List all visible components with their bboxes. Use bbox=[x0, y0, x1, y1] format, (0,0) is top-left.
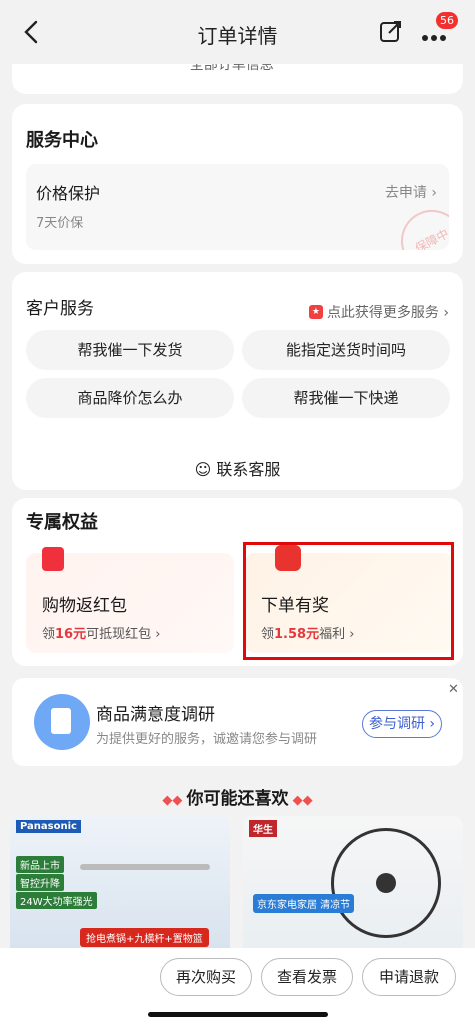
join-survey-button[interactable]: 参与调研 › bbox=[362, 710, 442, 738]
quick-question-button[interactable]: 帮我催一下快递 bbox=[242, 378, 450, 418]
highlight-box bbox=[243, 542, 454, 660]
service-center-title: 服务中心 bbox=[26, 130, 98, 151]
quick-question-button[interactable]: 商品降价怎么办 bbox=[26, 378, 234, 418]
document-icon bbox=[34, 694, 90, 750]
product-tag: 智控升降 bbox=[16, 874, 64, 891]
cashback-benefit[interactable]: 购物返红包 领16元可抵现红包 › bbox=[26, 547, 234, 653]
product-tag: 24W大功率强光 bbox=[16, 892, 97, 909]
buy-again-button[interactable]: 再次购买 bbox=[160, 958, 252, 996]
request-refund-button[interactable]: 申请退款 bbox=[362, 958, 456, 996]
promo-banner: 抢电煮锅+九横杆+置物篮 bbox=[80, 928, 209, 947]
flag-icon: ★ bbox=[308, 305, 323, 319]
brand-logo: 华生 bbox=[249, 820, 277, 837]
recommend-title: ◆◆ 你可能还喜欢 ◆◆ bbox=[162, 789, 313, 809]
customer-service-title: 客户服务 bbox=[26, 299, 94, 319]
product-card[interactable]: 华生 京东家电家居 清凉节 bbox=[243, 816, 463, 956]
survey-title: 商品满意度调研 bbox=[96, 705, 215, 725]
protection-stamp: 保障中 bbox=[390, 199, 449, 250]
contact-service-button[interactable]: ☺ 联系客服 bbox=[12, 456, 463, 480]
quick-question-button[interactable]: 能指定送货时间吗 bbox=[242, 330, 450, 370]
message-count-badge: 56 bbox=[436, 12, 458, 29]
price-protection-item[interactable]: 价格保护 7天价保 去申请 › 保障中 bbox=[26, 164, 449, 250]
benefit-name: 购物返红包 bbox=[42, 596, 127, 616]
more-services-link[interactable]: ★ 点此获得更多服务 › bbox=[308, 302, 449, 322]
product-image bbox=[80, 864, 210, 870]
survey-banner[interactable]: 商品满意度调研 为提供更好的服务，诚邀请您参与调研 参与调研 › ✕ bbox=[12, 678, 463, 766]
store-badge: 京东家电家居 清凉节 bbox=[253, 894, 355, 913]
price-protection-title: 价格保护 bbox=[36, 184, 101, 203]
product-card[interactable]: Panasonic 新品上市 智控升降 24W大功率强光 抢电煮锅+九横杆+置物… bbox=[10, 816, 230, 956]
more-services-text: 点此获得更多服务 › bbox=[326, 305, 449, 321]
fan-product-image bbox=[331, 828, 441, 938]
view-invoice-button[interactable]: 查看发票 bbox=[261, 958, 353, 996]
service-center-card: 服务中心 价格保护 7天价保 去申请 › 保障中 bbox=[12, 104, 463, 264]
top-nav-bar: 订单详情 56 bbox=[0, 0, 475, 64]
decor-icon: ◆◆ bbox=[288, 793, 313, 808]
survey-subtitle: 为提供更好的服务，诚邀请您参与调研 bbox=[96, 732, 318, 747]
share-icon[interactable] bbox=[378, 18, 404, 44]
home-indicator bbox=[148, 1012, 328, 1017]
price-protection-subtitle: 7天价保 bbox=[36, 216, 84, 231]
red-envelope-icon bbox=[42, 547, 64, 571]
quick-question-button[interactable]: 帮我催一下发货 bbox=[26, 330, 234, 370]
product-tag: 新品上市 bbox=[16, 856, 64, 873]
apply-link[interactable]: 去申请 › bbox=[385, 182, 437, 202]
benefits-title: 专属权益 bbox=[26, 512, 98, 533]
brand-logo: Panasonic bbox=[16, 820, 81, 833]
customer-service-card: 客户服务 ★ 点此获得更多服务 › 帮我催一下发货 能指定送货时间吗 商品降价怎… bbox=[12, 272, 463, 490]
close-icon[interactable]: ✕ bbox=[448, 682, 459, 697]
benefit-desc: 领16元可抵现红包 › bbox=[42, 627, 161, 642]
decor-icon: ◆◆ bbox=[162, 793, 187, 808]
